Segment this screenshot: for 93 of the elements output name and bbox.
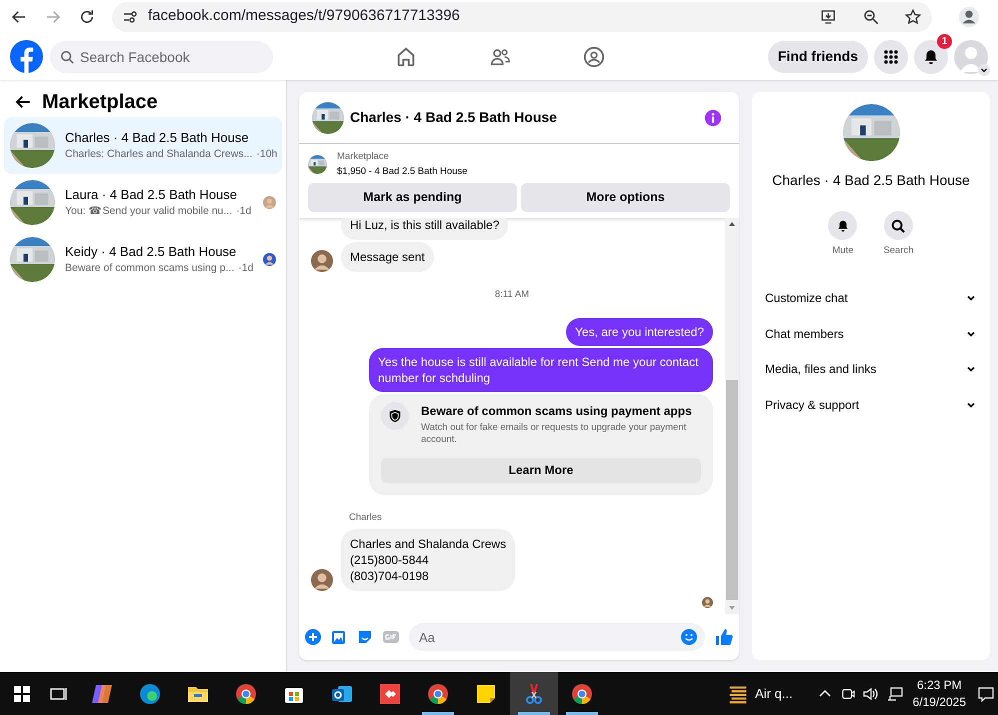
details-section[interactable]: Media, files and links — [764, 351, 978, 387]
timestamp: 8:11 AM — [494, 288, 530, 302]
menu-icon — [883, 48, 899, 64]
remote-desktop-icon — [378, 682, 402, 706]
conversation-title: Laura · 4 Bad 2.5 Bath House — [65, 186, 238, 204]
facebook-logo[interactable] — [10, 40, 43, 73]
home-icon[interactable] — [395, 46, 417, 68]
sticker-icon[interactable] — [357, 629, 373, 645]
house-photo — [10, 123, 55, 168]
sender-name: Charles — [348, 510, 383, 525]
bell-icon — [836, 218, 850, 232]
search-button[interactable] — [884, 211, 913, 240]
star-icon[interactable] — [904, 8, 922, 26]
message-time: ·1d — [238, 261, 254, 276]
install-icon[interactable] — [820, 8, 838, 26]
message-preview: You: ☎Send your valid mobile nu... — [65, 204, 232, 220]
site-settings-icon[interactable] — [122, 8, 138, 24]
details-title: Charles · 4 Bad 2.5 Bath House — [772, 171, 970, 190]
chat-title: Charles · 4 Bad 2.5 Bath House — [350, 108, 558, 127]
message-text: Yes, are you interested? — [575, 324, 704, 340]
notification-badge: 1 — [937, 34, 952, 48]
conversation-item[interactable]: Charles · 4 Bad 2.5 Bath House Charles: Charles and Shalanda Crews... ·10h — [4, 117, 282, 174]
house-photo — [842, 104, 900, 161]
caret-icon — [978, 64, 990, 76]
browser-icon — [138, 682, 162, 706]
message-text: Yes the house is still available for rent Send me your contact number for schduling — [378, 354, 700, 386]
message-preview: Beware of common scams using p... — [65, 261, 234, 276]
house-photo — [312, 102, 344, 134]
action-label: Mute — [832, 244, 854, 258]
conversation-title: Keidy · 4 Bad 2.5 Bath House — [65, 242, 238, 261]
details-section[interactable]: Chat members — [764, 316, 978, 352]
emoji-icon[interactable] — [681, 629, 697, 645]
url-text: facebook.com/messages/t/9790636717713396 — [148, 6, 461, 26]
chrome-icon — [570, 682, 594, 706]
message-text: Message sent — [350, 248, 425, 264]
message-input[interactable]: Aa — [409, 623, 705, 651]
message-text: (803)704-0198 — [350, 568, 430, 584]
plus-icon[interactable] — [305, 629, 321, 645]
more-options-button[interactable]: More options — [521, 183, 730, 212]
avatar-icon — [311, 569, 333, 591]
sidebar-title: Marketplace — [42, 90, 158, 115]
camera-icon[interactable] — [840, 686, 855, 700]
address-bar[interactable]: facebook.com/messages/t/9790636717713396 — [112, 2, 932, 32]
details-section[interactable]: Privacy & support — [764, 386, 978, 422]
message-text: (215)800-5844 — [350, 552, 430, 568]
network-icon[interactable] — [886, 686, 903, 700]
find-friends-button[interactable]: Find friends — [768, 40, 868, 72]
chevron-icon — [966, 293, 976, 303]
listing-title: $1,950 - 4 Bad 2.5 Bath House — [337, 165, 468, 179]
like-icon[interactable] — [715, 628, 733, 646]
windows-start-icon[interactable] — [14, 686, 30, 702]
house-photo — [10, 180, 55, 225]
image-icon[interactable] — [331, 629, 347, 645]
notifications-icon[interactable] — [978, 686, 994, 702]
house-photo — [10, 237, 55, 282]
clock-time[interactable]: 6:23 PM — [916, 676, 962, 694]
shield-icon — [381, 402, 409, 430]
chrome-icon — [426, 682, 450, 706]
mark-pending-button[interactable]: Mark as pending — [308, 183, 517, 212]
message-time: ·10h — [256, 147, 278, 162]
scroll-up-icon[interactable] — [728, 220, 736, 228]
action-label: Search — [883, 244, 914, 258]
weather-text[interactable]: Air q... — [755, 684, 793, 704]
reload-icon[interactable] — [78, 8, 96, 26]
house-photo — [308, 154, 327, 174]
avatar-icon — [311, 250, 333, 272]
clock-date[interactable]: 6/19/2025 — [912, 694, 966, 710]
warning-text: Watch out for fake emails or requests to upgrade your payment account. — [421, 422, 688, 446]
groups-icon[interactable] — [583, 46, 605, 68]
conversation-title: Charles · 4 Bad 2.5 Bath House — [65, 128, 250, 147]
info-icon[interactable] — [704, 108, 722, 126]
profile-icon[interactable] — [958, 6, 980, 28]
mute-button[interactable] — [828, 211, 858, 240]
search-icon — [60, 50, 74, 64]
learn-more-button[interactable]: Learn More — [381, 458, 701, 483]
volume-icon[interactable] — [862, 686, 879, 700]
seen-avatar-icon — [702, 597, 713, 608]
warning-title: Beware of common scams using payment apps — [421, 402, 693, 420]
search-field[interactable]: Search Facebook — [50, 40, 273, 72]
details-section[interactable]: Customize chat — [764, 280, 978, 316]
bell-icon — [922, 48, 940, 66]
message-text: Hi Luz, is this still available? — [350, 218, 500, 232]
task-view-icon[interactable] — [50, 686, 68, 702]
search-icon — [891, 218, 906, 232]
scrollbar[interactable] — [725, 218, 739, 614]
zoom-icon[interactable] — [862, 8, 880, 26]
chrome-icon — [234, 682, 258, 706]
chevron-icon — [966, 364, 976, 374]
message-preview: Charles: Charles and Shalanda Crews... — [65, 147, 252, 162]
message-time: ·1d — [236, 204, 252, 220]
listing-label: Marketplace — [337, 150, 390, 164]
menu-button[interactable] — [874, 40, 908, 74]
message-text: Charles and Shalanda Crews — [350, 536, 506, 552]
